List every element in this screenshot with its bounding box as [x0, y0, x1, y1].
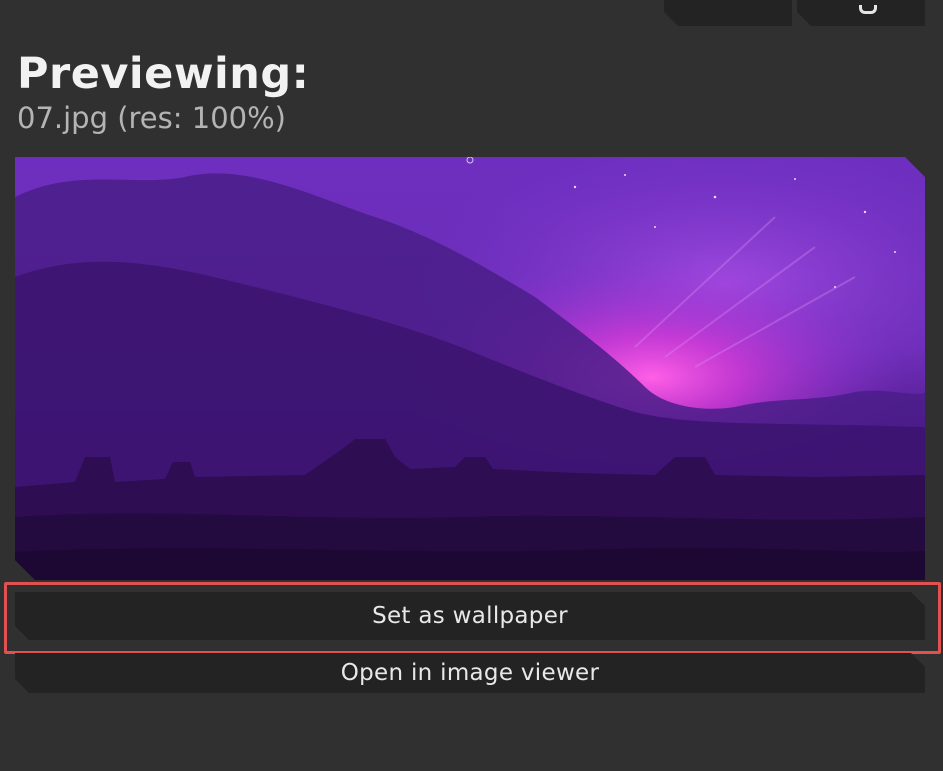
- set-wallpaper-button[interactable]: Set as wallpaper: [15, 592, 925, 640]
- g-glyph-icon: [859, 5, 877, 14]
- wallpaper-preview-panel: Previewing: 07.jpg (res: 100%) Set as wa…: [0, 0, 943, 771]
- page-title: Previewing:: [17, 49, 310, 99]
- top-tab-button[interactable]: [664, 0, 792, 26]
- wallpaper-preview-image: [15, 157, 925, 580]
- open-in-viewer-button[interactable]: Open in image viewer: [15, 653, 925, 693]
- file-info: 07.jpg (res: 100%): [17, 101, 286, 135]
- preview-artwork: [15, 157, 925, 580]
- top-tab-button-2[interactable]: [797, 0, 925, 26]
